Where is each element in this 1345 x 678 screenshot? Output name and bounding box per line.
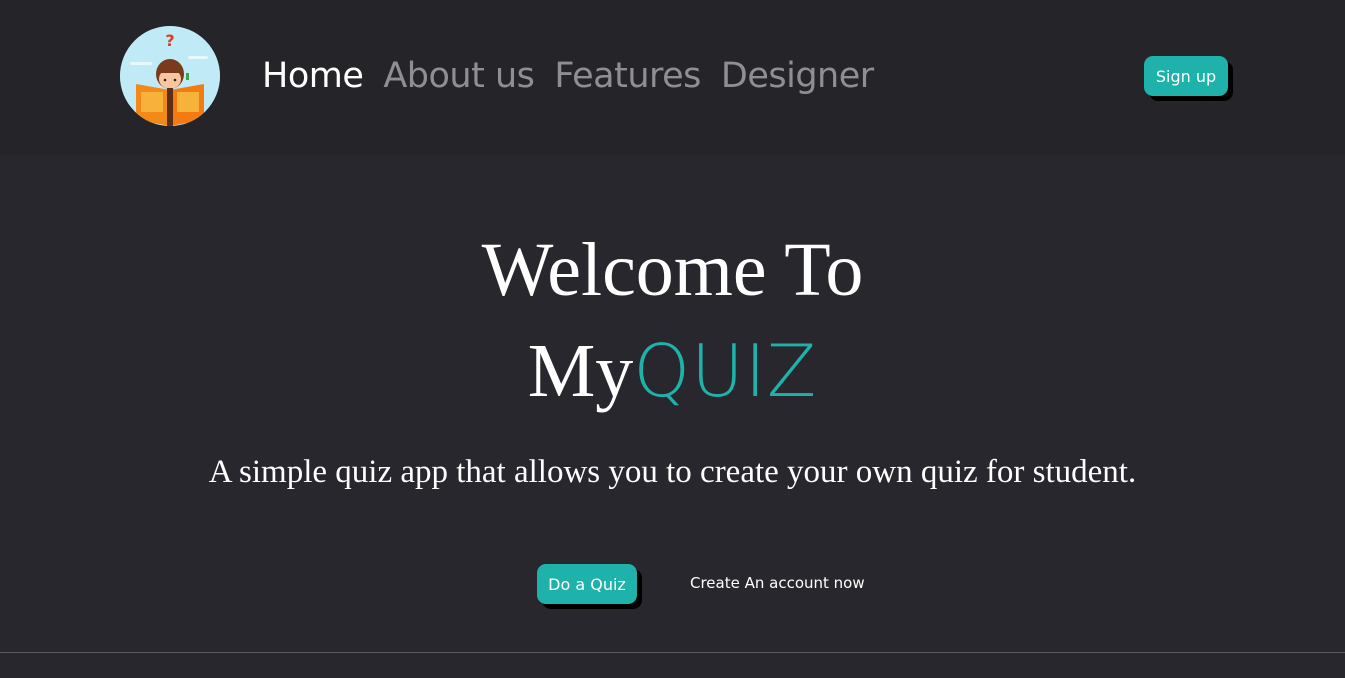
section-divider <box>0 652 1345 653</box>
create-account-link[interactable]: Create An account now <box>690 572 865 594</box>
reading-student-logo-icon: ? <box>120 26 220 126</box>
brand-highlight: QUIZ <box>633 329 818 413</box>
main-nav: Home About us Features Designer <box>262 54 874 98</box>
hero-subtitle: A simple quiz app that allows you to cre… <box>208 454 1137 490</box>
nav-home[interactable]: Home <box>262 54 364 98</box>
signup-button[interactable]: Sign up <box>1144 56 1228 96</box>
hero-title: Welcome To <box>481 228 864 312</box>
nav-designer[interactable]: Designer <box>721 54 874 98</box>
do-quiz-button[interactable]: Do a Quiz <box>537 564 637 604</box>
nav-features[interactable]: Features <box>554 54 701 98</box>
top-navbar: ? Home About us Features Designer Sign u… <box>0 0 1345 155</box>
nav-about-us[interactable]: About us <box>383 54 535 98</box>
logo[interactable]: ? <box>120 26 220 126</box>
brand-name: MyQUIZ <box>0 322 1345 419</box>
brand-prefix: My <box>527 329 634 413</box>
svg-text:?: ? <box>165 31 174 50</box>
